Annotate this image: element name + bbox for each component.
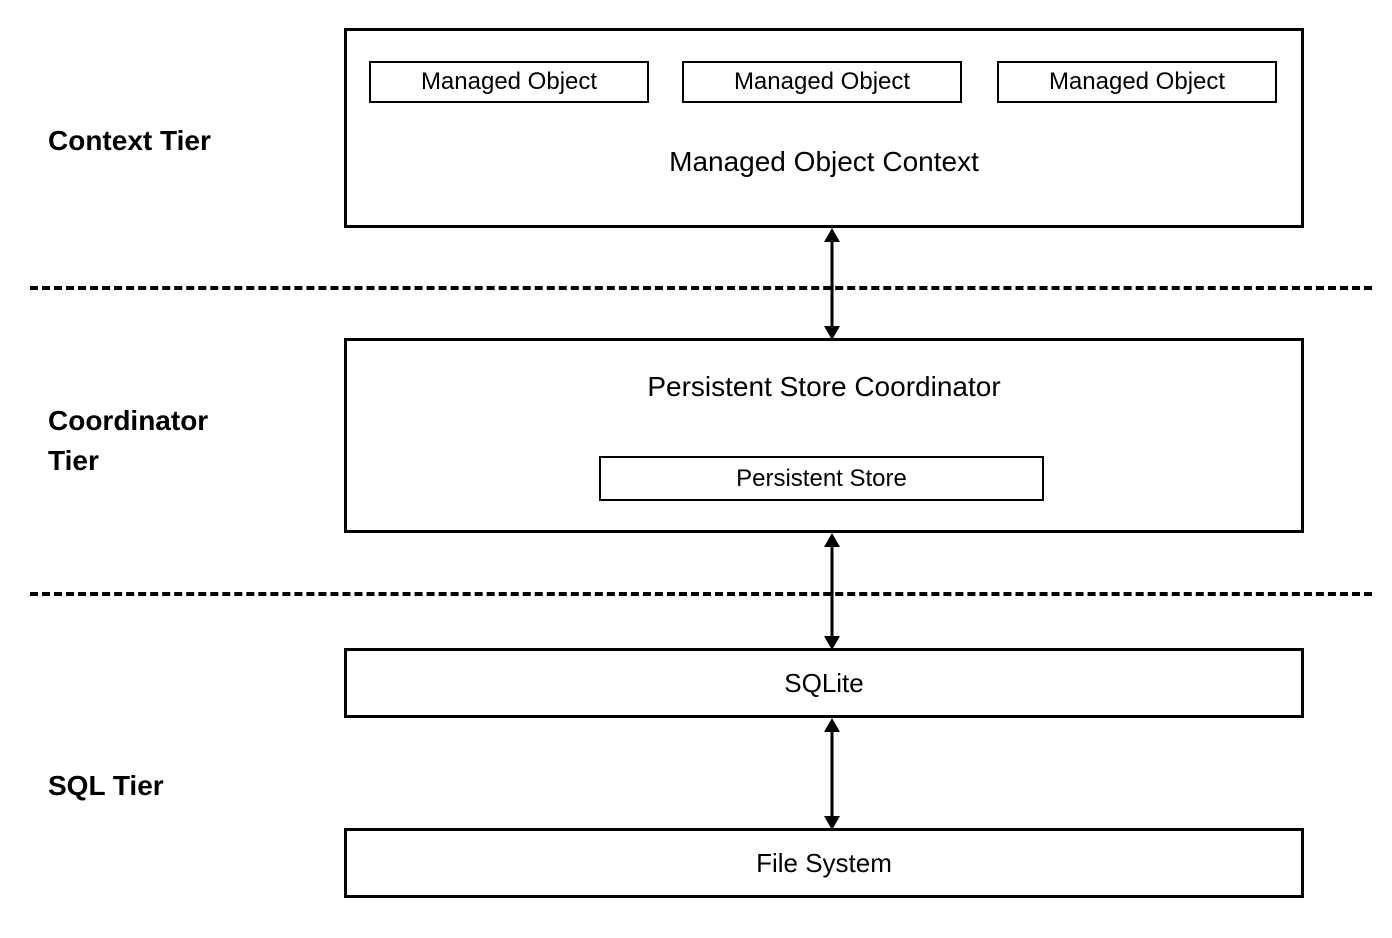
- context-tier-label: Context Tier: [48, 125, 211, 157]
- coordinator-tier-label-line1: Coordinator: [48, 405, 208, 437]
- managed-object-1-label: Managed Object: [421, 68, 597, 96]
- persistent-store-coordinator-box: Persistent Store Coordinator Persistent …: [344, 338, 1304, 533]
- managed-object-2-label: Managed Object: [734, 68, 910, 96]
- architecture-diagram: Context Tier Managed Object Managed Obje…: [0, 0, 1392, 938]
- sqlite-label: SQLite: [784, 668, 864, 699]
- arrow-context-coordinator: [822, 228, 842, 340]
- sql-tier-label: SQL Tier: [48, 770, 164, 802]
- persistent-store-label: Persistent Store: [736, 465, 907, 493]
- managed-object-1-box: Managed Object: [369, 61, 649, 103]
- divider-1: [30, 286, 1372, 290]
- managed-object-3-box: Managed Object: [997, 61, 1277, 103]
- divider-2: [30, 592, 1372, 596]
- persistent-store-box: Persistent Store: [599, 456, 1044, 501]
- persistent-store-coordinator-label: Persistent Store Coordinator: [347, 371, 1301, 403]
- file-system-label: File System: [756, 848, 892, 879]
- sqlite-box: SQLite: [344, 648, 1304, 718]
- file-system-box: File System: [344, 828, 1304, 898]
- coordinator-tier-label-line2: Tier: [48, 445, 99, 477]
- arrow-sqlite-filesystem: [822, 718, 842, 830]
- managed-object-2-box: Managed Object: [682, 61, 962, 103]
- managed-object-3-label: Managed Object: [1049, 68, 1225, 96]
- managed-object-context-box: Managed Object Managed Object Managed Ob…: [344, 28, 1304, 228]
- managed-object-context-label: Managed Object Context: [347, 146, 1301, 178]
